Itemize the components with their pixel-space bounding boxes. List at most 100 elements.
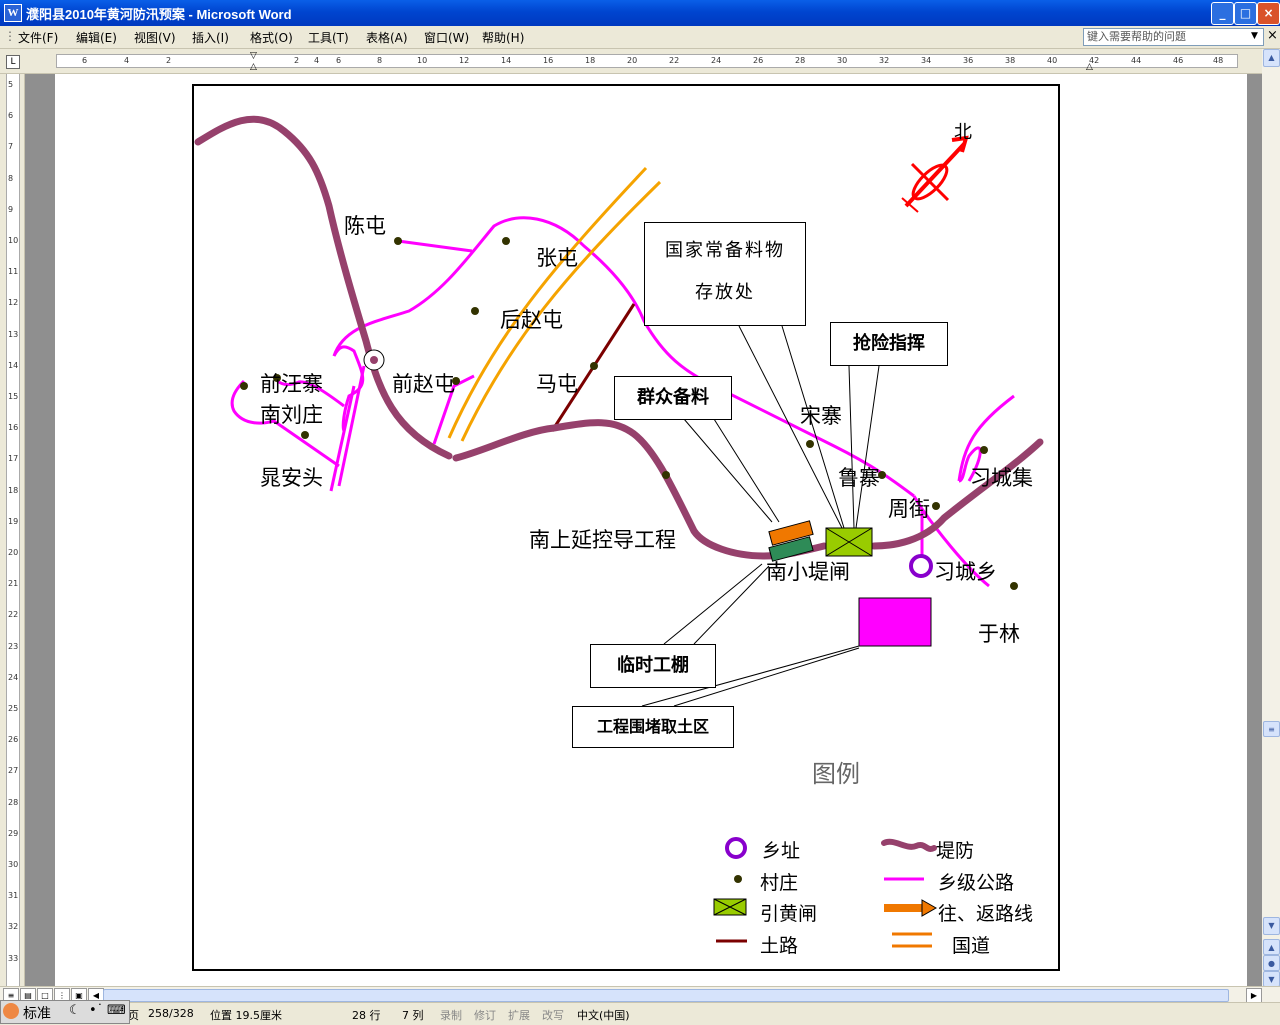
legend-sluice-icon xyxy=(713,898,747,916)
callout-shed-line xyxy=(663,563,770,645)
vruler-tick: 30 xyxy=(8,860,19,869)
tab-selector[interactable]: L xyxy=(6,55,20,69)
vruler-tick: 7 xyxy=(8,142,14,152)
ruler-tick: 18 xyxy=(585,56,596,65)
ime-punct-icon[interactable]: •˙ xyxy=(89,1003,103,1018)
ruler-tick: 22 xyxy=(669,56,680,65)
vruler-tick: 9 xyxy=(8,204,14,214)
status-ext[interactable]: 扩展 xyxy=(508,1007,530,1023)
status-ovr[interactable]: 改写 xyxy=(542,1007,564,1023)
menu-window[interactable]: 窗口(W) xyxy=(424,29,469,46)
callout-command: 抢险指挥 xyxy=(830,322,948,366)
ime-mode-label[interactable]: 标准 xyxy=(23,1003,51,1023)
legend-title: 图例 xyxy=(812,760,860,788)
menu-file[interactable]: 文件(F) xyxy=(18,29,58,46)
callout-national-line2: 存放处 xyxy=(695,282,755,303)
ruler-tick: 46 xyxy=(1173,56,1184,65)
vruler-tick: 13 xyxy=(8,329,19,339)
scroll-thumb[interactable]: ≡ xyxy=(1263,721,1280,737)
legend-sluice-label: 引黄闸 xyxy=(760,903,818,925)
village-houzhaotun: 后赵屯 xyxy=(500,308,563,332)
ruler-tick: 10 xyxy=(417,56,428,65)
minimize-button[interactable]: _ xyxy=(1211,2,1234,25)
legend-village-label: 村庄 xyxy=(760,872,799,894)
village-luzhai: 鲁寨 xyxy=(838,466,880,490)
vruler-tick: 12 xyxy=(8,298,19,308)
legend-dike-icon xyxy=(881,838,937,852)
close-button[interactable]: × xyxy=(1257,2,1280,25)
vruler-tick: 6 xyxy=(8,111,14,121)
vruler-tick: 25 xyxy=(8,704,19,713)
vertical-scrollbar[interactable]: ▲ ≡ ▼ ▲ ● ▼ xyxy=(1262,49,1280,987)
status-rec[interactable]: 录制 xyxy=(440,1007,462,1023)
menu-tools[interactable]: 工具(T) xyxy=(308,29,349,46)
ruler-tick: 14 xyxy=(501,56,512,65)
help-search-input[interactable]: 键入需要帮助的问题 xyxy=(1083,28,1264,46)
scroll-right-button[interactable]: ▶ xyxy=(1246,988,1262,1003)
callout-borrow-area: 工程围堵取土区 xyxy=(572,706,734,748)
ruler-tick: 4 xyxy=(314,56,320,65)
ruler-tick: 40 xyxy=(1047,56,1058,65)
ruler-strip[interactable] xyxy=(56,54,1238,68)
help-dropdown-icon[interactable]: ▼ xyxy=(1251,31,1258,41)
road-chentun xyxy=(397,239,473,253)
hscroll-track[interactable] xyxy=(103,989,1229,1002)
callout-national-reserve: 国家常备料物 存放处 xyxy=(644,222,806,326)
ime-moon-icon[interactable]: ☾ xyxy=(69,1003,81,1018)
menu-insert[interactable]: 插入(I) xyxy=(192,29,229,46)
scroll-down-button[interactable]: ▼ xyxy=(1263,917,1280,935)
ruler-tick: 2 xyxy=(294,56,300,65)
ruler-tick: 16 xyxy=(543,56,554,65)
menu-view[interactable]: 视图(V) xyxy=(134,29,176,46)
horizontal-scrollbar[interactable]: ≡ ▤ □ ⋮ ▣ ◀ ▶ xyxy=(0,986,1280,1003)
village-qianzhaotun: 前赵屯 xyxy=(392,372,455,396)
ruler-tick: 44 xyxy=(1131,56,1142,65)
ruler-tick: 6 xyxy=(336,56,342,65)
ruler-tick: 26 xyxy=(753,56,764,65)
vertical-ruler[interactable]: 5 6 7 8 9 10 11 12 13 14 15 16 17 18 19 20 21 22 23 24 25 26 2… xyxy=(0,74,25,986)
village-zhangtun: 张屯 xyxy=(536,246,578,270)
prev-page-button[interactable]: ▲ xyxy=(1263,939,1280,955)
township-xichengxiang: 习城乡 xyxy=(934,560,997,584)
ime-logo-icon[interactable] xyxy=(3,1003,19,1019)
first-line-indent-marker[interactable]: ▽ xyxy=(250,51,257,61)
menu-table[interactable]: 表格(A) xyxy=(366,29,408,46)
callout-temp-shed: 临时工棚 xyxy=(590,644,716,688)
map-frame: 北 陈屯 张屯 后赵屯 前赵屯 马屯 前汪寨 南刘庄 晁安头 宋寨 鲁寨 周街 … xyxy=(192,84,1060,971)
legend-national-road-icon xyxy=(892,932,932,948)
callout-command-line xyxy=(848,365,880,529)
maximize-button[interactable]: □ xyxy=(1234,2,1257,25)
ime-toolbar[interactable]: 标准 ☾ •˙ ⌨ xyxy=(0,1000,130,1024)
browse-object-button[interactable]: ● xyxy=(1263,955,1280,971)
status-row: 28 行 xyxy=(352,1009,381,1022)
ruler-tick: 8 xyxy=(377,56,383,65)
ruler-tick: 28 xyxy=(795,56,806,65)
legend-route-arrow-icon xyxy=(921,899,938,917)
status-trk[interactable]: 修订 xyxy=(474,1007,496,1023)
legend-national-road-label: 国道 xyxy=(952,935,991,957)
ime-keyboard-icon[interactable]: ⌨ xyxy=(107,1003,126,1018)
status-col: 7 列 xyxy=(402,1009,424,1022)
horizontal-ruler[interactable]: L 6 4 2 2 4 6 8 10 12 14 16 18 20 22 24 … xyxy=(0,49,1262,74)
village-xichengji: 习城集 xyxy=(970,466,1033,490)
vruler-tick: 11 xyxy=(8,267,19,277)
sluice-icon xyxy=(825,527,873,557)
vruler-tick: 19 xyxy=(8,516,19,526)
vruler-tick: 14 xyxy=(8,360,19,370)
menu-edit[interactable]: 编辑(E) xyxy=(76,29,117,46)
menu-help[interactable]: 帮助(H) xyxy=(482,29,524,46)
legend-village-icon xyxy=(734,875,742,883)
scroll-up-button[interactable]: ▲ xyxy=(1263,49,1280,67)
right-indent-marker[interactable]: △ xyxy=(1086,62,1093,72)
project-nanshang: 南上延控导工程 xyxy=(529,528,676,552)
ruler-tick: 12 xyxy=(459,56,470,65)
word-app-icon[interactable]: W xyxy=(4,4,22,22)
next-page-button[interactable]: ▼ xyxy=(1263,971,1280,987)
doc-close-icon[interactable]: × xyxy=(1267,28,1278,43)
left-indent-marker[interactable]: △ xyxy=(250,62,257,72)
legend-township-icon xyxy=(725,837,747,859)
borrow-area xyxy=(858,597,932,647)
village-zhoujie: 周街 xyxy=(888,497,930,521)
vruler-tick: 15 xyxy=(8,392,19,401)
menu-format[interactable]: 格式(O) xyxy=(250,29,293,46)
